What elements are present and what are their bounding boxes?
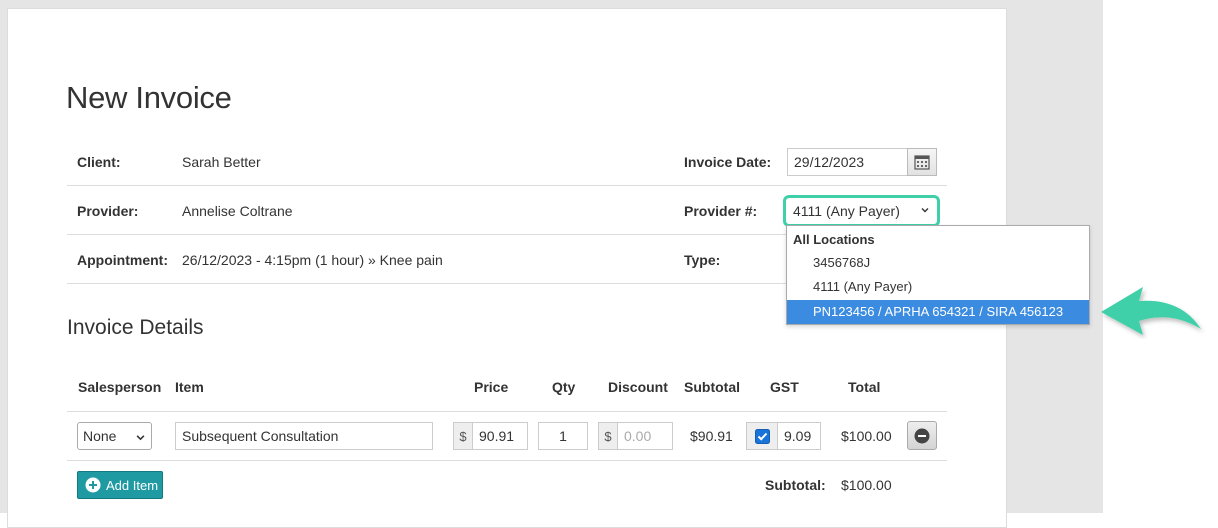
subtotal-label: Subtotal:	[765, 477, 826, 493]
provider-label: Provider:	[77, 203, 139, 219]
invoice-details-title: Invoice Details	[67, 316, 204, 339]
price-value: 90.91	[479, 428, 515, 444]
price-input[interactable]: 90.91	[472, 422, 528, 450]
dropdown-option-highlighted[interactable]: PN123456 / APRHA 654321 / SIRA 456123	[787, 300, 1089, 324]
column-header: Salesperson	[78, 379, 162, 395]
line-total: $100.00	[841, 428, 892, 444]
qty-input[interactable]: 1	[538, 422, 588, 450]
gst-value: 9.09	[784, 428, 812, 444]
table-row-divider	[67, 460, 947, 461]
gst-input[interactable]: 9.09	[777, 422, 821, 450]
item-value: Subsequent Consultation	[182, 428, 339, 444]
add-item-button[interactable]: Add Item	[77, 471, 163, 499]
dropdown-group-label: All Locations	[793, 232, 875, 247]
price-currency-addon: $	[453, 422, 473, 450]
provider-number-label: Provider #:	[684, 203, 758, 219]
remove-item-button[interactable]	[907, 421, 937, 450]
column-header: Total	[848, 379, 881, 395]
appointment-value: 26/12/2023 - 4:15pm (1 hour) » Knee pain	[182, 252, 443, 268]
dropdown-option[interactable]: 3456768J	[787, 251, 1089, 275]
provider-number-selected: 4111 (Any Payer)	[793, 203, 900, 219]
chevron-down-icon	[921, 208, 929, 213]
client-label: Client:	[77, 154, 121, 170]
page-title: New Invoice	[66, 80, 232, 115]
plus-circle-icon	[85, 477, 101, 493]
discount-input[interactable]: 0.00	[617, 422, 673, 450]
provider-value: Annelise Coltrane	[182, 203, 293, 219]
minus-circle-icon	[914, 428, 930, 443]
qty-value: 1	[559, 428, 567, 444]
add-item-label: Add Item	[106, 477, 159, 493]
column-header: Price	[474, 379, 509, 395]
gst-checkbox-addon	[746, 422, 778, 450]
gst-checkbox[interactable]	[754, 428, 770, 444]
item-input[interactable]: Subsequent Consultation	[175, 422, 433, 450]
date-picker-button[interactable]	[907, 148, 937, 176]
column-header: Subtotal	[684, 379, 740, 395]
line-subtotal: $90.91	[690, 428, 733, 444]
discount-placeholder: 0.00	[624, 428, 652, 444]
provider-number-select[interactable]: 4111 (Any Payer)	[783, 195, 940, 227]
chevron-down-icon	[136, 435, 145, 441]
provider-number-dropdown: All Locations 3456768J 4111 (Any Payer) …	[786, 225, 1090, 325]
column-header: Discount	[608, 379, 668, 395]
column-header: Item	[175, 379, 204, 395]
invoice-date-input[interactable]: 29/12/2023	[787, 148, 909, 176]
calendar-icon	[914, 155, 930, 170]
column-header: Qty	[552, 379, 576, 395]
pointer-arrow-icon	[1101, 287, 1201, 335]
table-header-divider	[67, 411, 947, 412]
salesperson-value: None	[83, 428, 117, 444]
client-value: Sarah Better	[182, 154, 261, 170]
appointment-label: Appointment:	[77, 252, 168, 268]
discount-currency-addon: $	[598, 422, 618, 450]
invoice-date-value: 29/12/2023	[794, 154, 865, 170]
dropdown-option[interactable]: 4111 (Any Payer)	[787, 275, 1089, 299]
type-label: Type:	[684, 252, 721, 268]
salesperson-select[interactable]: None	[77, 422, 152, 450]
invoice-date-label: Invoice Date:	[684, 154, 772, 170]
column-header: GST	[770, 379, 799, 395]
subtotal-value: $100.00	[841, 477, 892, 493]
